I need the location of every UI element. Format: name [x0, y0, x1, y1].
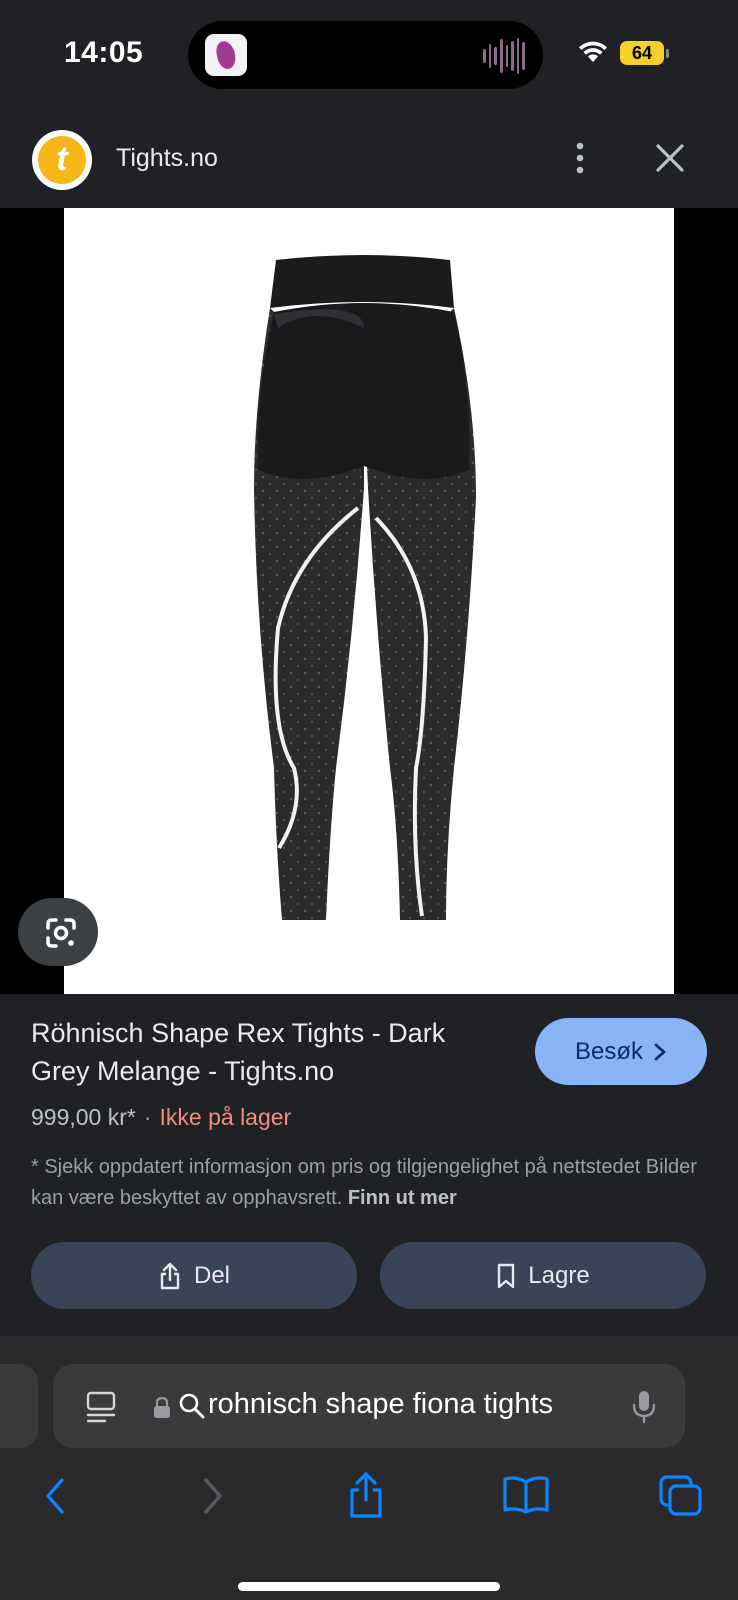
home-indicator[interactable] — [238, 1582, 500, 1591]
music-app-icon — [205, 34, 247, 76]
save-button[interactable]: Lagre — [380, 1242, 706, 1309]
tabs-icon[interactable] — [658, 1474, 704, 1518]
previous-tab-edge[interactable] — [0, 1364, 38, 1448]
product-image[interactable] — [64, 208, 674, 994]
audio-wave-icon — [483, 37, 525, 75]
bookmark-icon — [498, 1263, 515, 1288]
bookmarks-icon[interactable] — [502, 1474, 550, 1516]
stock-status: Ikke på lager — [159, 1104, 292, 1130]
save-button-label: Lagre — [528, 1261, 590, 1289]
search-icon — [179, 1393, 205, 1419]
wifi-icon — [579, 41, 607, 62]
share-button-label: Del — [193, 1261, 230, 1289]
visit-button[interactable]: Besøk — [535, 1018, 707, 1085]
price-line: 999,00 kr* · Ikke på lager — [31, 1104, 291, 1131]
site-logo-letter: t — [38, 136, 86, 184]
close-icon[interactable] — [652, 140, 688, 176]
mic-icon[interactable] — [631, 1389, 657, 1425]
google-lens-icon — [46, 918, 76, 948]
address-bar[interactable]: rohnisch shape fiona tights — [53, 1364, 685, 1448]
visit-button-label: Besøk — [574, 1037, 643, 1065]
share-icon — [160, 1262, 180, 1289]
forward-icon[interactable] — [198, 1474, 228, 1518]
back-icon[interactable] — [40, 1474, 70, 1518]
browser-toolbar: rohnisch shape fiona tights — [0, 1336, 738, 1600]
site-logo[interactable]: t — [32, 130, 92, 190]
share-button[interactable]: Del — [31, 1242, 357, 1309]
price-separator: · — [143, 1104, 152, 1130]
more-vertical-icon[interactable] — [570, 140, 590, 176]
status-bar: 14:05 64 — [0, 0, 738, 110]
battery-tip — [666, 49, 669, 58]
disclaimer-text: * Sjekk oppdatert informasjon om pris og… — [31, 1152, 721, 1214]
battery-indicator: 64 — [620, 41, 664, 65]
image-viewer — [0, 208, 738, 994]
tights-illustration — [254, 255, 476, 920]
google-lens-button[interactable] — [18, 898, 98, 966]
lock-icon — [154, 1396, 170, 1418]
site-header: t Tights.no — [0, 110, 738, 208]
product-title[interactable]: Röhnisch Shape Rex Tights - Dark Grey Me… — [31, 1014, 491, 1090]
address-text[interactable]: rohnisch shape fiona tights — [208, 1388, 553, 1421]
status-time: 14:05 — [64, 36, 144, 69]
reader-icon[interactable] — [85, 1390, 117, 1424]
chevron-right-icon — [654, 1043, 666, 1060]
site-title[interactable]: Tights.no — [116, 144, 218, 173]
product-details: Röhnisch Shape Rex Tights - Dark Grey Me… — [0, 994, 738, 1336]
dynamic-island[interactable] — [188, 21, 543, 89]
share-icon[interactable] — [346, 1470, 386, 1520]
learn-more-link[interactable]: Finn ut mer — [348, 1187, 457, 1209]
browser-nav-row — [0, 1472, 738, 1534]
price: 999,00 kr* — [31, 1104, 136, 1130]
